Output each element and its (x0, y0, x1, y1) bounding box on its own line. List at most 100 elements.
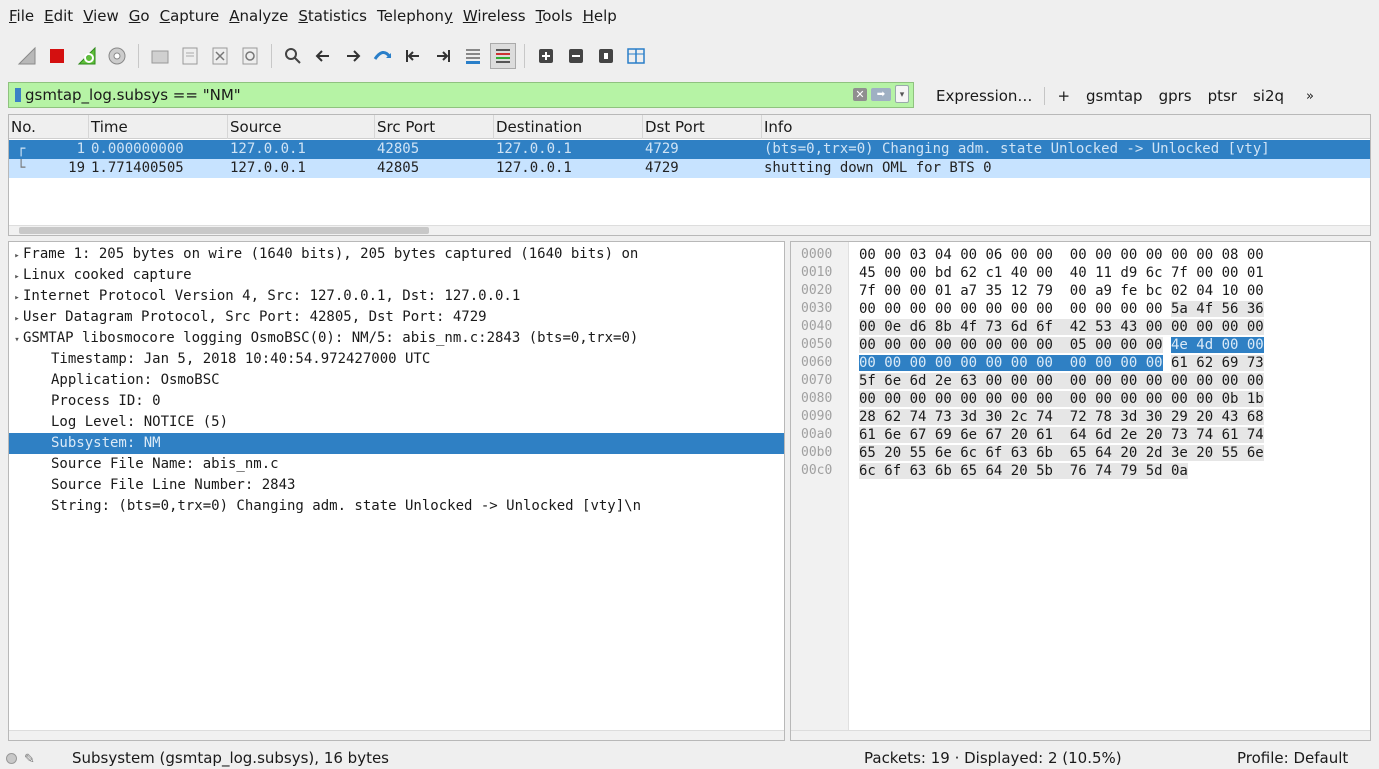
hex-byte[interactable]: 00 (1145, 319, 1163, 335)
hex-byte[interactable]: 64 (1069, 427, 1087, 443)
hex-byte[interactable]: 00 (884, 301, 901, 317)
resize-columns-icon[interactable] (623, 43, 649, 69)
hex-byte[interactable]: 69 (1221, 355, 1239, 371)
column-header-src-port[interactable]: Src Port (375, 115, 494, 139)
expert-info-led-icon[interactable] (6, 753, 17, 764)
hex-byte[interactable]: 00 (1170, 391, 1188, 407)
hex-byte[interactable]: 00 (1070, 301, 1087, 317)
more-filter-buttons[interactable]: » (1292, 89, 1322, 104)
hex-byte[interactable]: 61 (1036, 427, 1053, 443)
hex-byte[interactable]: 03 (910, 247, 927, 263)
hex-byte[interactable]: 61 (1170, 355, 1188, 371)
zoom-out-icon[interactable] (563, 43, 589, 69)
hex-byte[interactable]: 79 (1036, 283, 1053, 299)
auto-scroll-icon[interactable] (460, 43, 486, 69)
hex-byte[interactable]: 00 (884, 247, 901, 263)
hex-byte[interactable]: 11 (1095, 265, 1112, 281)
hex-byte[interactable]: 61 (859, 427, 876, 443)
detail-tree-item[interactable]: ▸ Internet Protocol Version 4, Src: 127.0… (9, 286, 784, 307)
hex-byte[interactable]: bc (1146, 283, 1163, 299)
hex-byte[interactable]: 00 (1196, 319, 1214, 335)
hex-byte[interactable]: 00 (1246, 373, 1264, 389)
hex-byte[interactable]: 00 (1145, 355, 1163, 371)
hex-byte[interactable]: 06 (985, 247, 1002, 263)
hex-byte[interactable]: 00 (1170, 373, 1188, 389)
hex-byte[interactable]: 00 (1095, 247, 1112, 263)
hex-byte[interactable]: 62 (1196, 355, 1214, 371)
hex-byte[interactable]: 00 (1170, 319, 1188, 335)
first-packet-icon[interactable] (400, 43, 426, 69)
hex-byte[interactable]: 00 (1036, 301, 1053, 317)
hex-byte[interactable]: 20 (1120, 445, 1138, 461)
detail-tree-item[interactable]: ▸ User Datagram Protocol, Src Port: 42805… (9, 307, 784, 328)
hex-byte[interactable]: 78 (1095, 409, 1112, 425)
menu-file[interactable]: File (4, 0, 39, 32)
detail-tree-item[interactable]: String: (bts=0,trx=0) Changing adm. stat… (9, 496, 784, 517)
hex-byte[interactable]: 00 (1010, 355, 1028, 371)
hex-byte[interactable]: 63 (960, 373, 978, 389)
detail-tree-item[interactable]: Source File Name: abis_nm.c (9, 454, 784, 475)
hex-byte[interactable]: 20 (1010, 427, 1028, 443)
hex-byte[interactable]: 00 (909, 391, 927, 407)
hex-byte[interactable]: 00 (859, 337, 876, 353)
hex-byte[interactable]: 00 (1196, 247, 1213, 263)
hex-byte[interactable]: 6e (1246, 445, 1264, 461)
menu-tools[interactable]: Tools (531, 0, 578, 32)
hex-byte[interactable]: 53 (1095, 319, 1112, 335)
hex-byte[interactable]: 67 (909, 427, 927, 443)
packet-row[interactable]: 19 1.771400505 127.0.0.1 42805 127.0.0.1 4729… (9, 159, 1370, 178)
hex-byte[interactable]: 00 (935, 301, 952, 317)
hex-byte[interactable]: 20 (1145, 427, 1163, 443)
hex-byte[interactable]: 00 (934, 355, 952, 371)
hex-byte[interactable]: 72 (1069, 409, 1087, 425)
detail-tree-item[interactable]: ▸ Linux cooked capture (9, 265, 784, 286)
column-header-source[interactable]: Source (228, 115, 375, 139)
hex-byte[interactable]: 10 (1222, 283, 1239, 299)
hex-byte[interactable]: 6c (960, 445, 978, 461)
menu-wireless[interactable]: Wireless (458, 0, 531, 32)
filter-button-gsmtap[interactable]: gsmtap (1078, 87, 1151, 105)
hex-byte[interactable]: 6d (1010, 319, 1028, 335)
apply-filter-icon[interactable]: ➡ (871, 88, 891, 101)
hex-byte[interactable]: 5d (1145, 463, 1163, 479)
hex-byte[interactable]: 28 (859, 409, 876, 425)
hex-byte[interactable]: 0e (884, 319, 902, 335)
hex-byte[interactable]: 00 (1120, 391, 1138, 407)
menu-help[interactable]: Help (578, 0, 622, 32)
hex-byte[interactable]: 00 (1036, 337, 1053, 353)
hex-byte[interactable]: 65 (1069, 445, 1087, 461)
hex-byte[interactable]: 6e (884, 373, 902, 389)
hex-byte[interactable]: 29 (1170, 409, 1188, 425)
hex-byte[interactable]: 00 (1036, 355, 1053, 371)
hex-byte[interactable]: 00 (1145, 391, 1163, 407)
close-file-icon[interactable] (207, 43, 233, 69)
hex-byte[interactable]: 8b (934, 319, 952, 335)
hex-byte[interactable]: 12 (1011, 283, 1028, 299)
bytes-scrollbar[interactable] (791, 730, 1370, 740)
hex-byte[interactable]: 63 (909, 463, 927, 479)
hex-byte[interactable]: 74 (1196, 427, 1214, 443)
filter-button-gprs[interactable]: gprs (1151, 87, 1200, 105)
hex-byte[interactable]: 64 (1095, 445, 1112, 461)
detail-tree-item[interactable]: Process ID: 0 (9, 391, 784, 412)
hex-byte[interactable]: 61 (1221, 427, 1239, 443)
hex-byte[interactable]: 00 (1247, 283, 1264, 299)
hex-byte[interactable]: 00 (1036, 247, 1053, 263)
hex-byte[interactable]: 4d (1196, 337, 1214, 353)
hex-byte[interactable]: 00 (859, 247, 876, 263)
hex-byte[interactable]: 63 (1010, 445, 1028, 461)
hex-byte[interactable]: 74 (1036, 409, 1053, 425)
find-packet-icon[interactable] (280, 43, 306, 69)
hex-byte[interactable]: 02 (1171, 283, 1188, 299)
filter-text[interactable]: gsmtap_log.subsys == "NM" (25, 86, 241, 104)
hex-byte[interactable]: 00 (1145, 337, 1163, 353)
hex-byte[interactable]: 00 (1171, 247, 1188, 263)
hex-byte[interactable]: 64 (985, 463, 1003, 479)
hex-byte[interactable]: 00 (1221, 373, 1239, 389)
hex-byte[interactable]: 35 (985, 283, 1002, 299)
hex-byte[interactable]: 40 (1011, 265, 1028, 281)
hex-byte[interactable]: 00 (934, 391, 952, 407)
hex-byte[interactable]: 00 (1095, 355, 1112, 371)
detail-tree-item[interactable]: ▾ GSMTAP libosmocore logging OsmoBSC(0): … (9, 328, 784, 349)
hex-byte[interactable]: bd (935, 265, 952, 281)
